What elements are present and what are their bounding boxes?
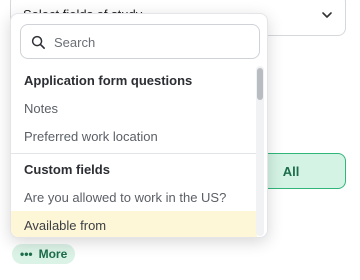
search-icon (31, 35, 45, 49)
more-button-label: More (38, 247, 68, 261)
scrollbar[interactable] (256, 66, 264, 236)
screen: Select fields of study All ••• More Appl… (0, 0, 360, 280)
search-box[interactable] (20, 24, 260, 59)
option-allowed-to-work-us[interactable]: Are you allowed to work in the US? (11, 183, 257, 211)
chevron-down-icon (322, 12, 332, 18)
option-available-from[interactable]: Available from (11, 211, 257, 237)
more-dots-icon: ••• (20, 247, 33, 261)
group-header-custom-fields: Custom fields (24, 161, 110, 177)
option-notes[interactable]: Notes (11, 94, 257, 122)
option-preferred-work-location[interactable]: Preferred work location (11, 122, 257, 150)
field-picker-dropdown: Application form questions Notes Preferr… (10, 13, 268, 238)
search-input[interactable] (54, 32, 249, 52)
options-list: Application form questions Notes Preferr… (11, 66, 257, 237)
all-button-label: All (282, 163, 300, 179)
more-button[interactable]: ••• More (12, 244, 76, 264)
scrollbar-thumb[interactable] (257, 68, 263, 100)
group-divider (11, 153, 257, 154)
group-header-application-form: Application form questions (24, 72, 193, 88)
